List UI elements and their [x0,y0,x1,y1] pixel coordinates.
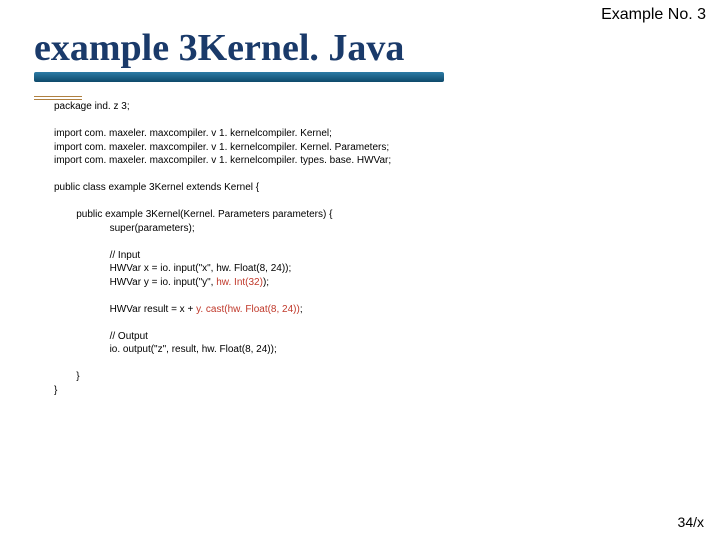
code-import-1: import com. maxeler. maxcompiler. v 1. k… [54,128,332,139]
code-import-2: import com. maxeler. maxcompiler. v 1. k… [54,142,389,153]
code-super-call: super(parameters); [110,223,195,234]
code-comment-output: // Output [110,331,148,342]
code-result-a: HWVar result = x + [110,304,197,315]
code-result-highlight: y. cast(hw. Float(8, 24)) [196,304,300,315]
page-number: 34/x [678,514,704,530]
code-var-y-highlight: hw. Int(32) [216,277,263,288]
code-var-y-c: ); [263,277,269,288]
code-close-brace-1: } [76,371,79,382]
code-listing: package ind. z 3; import com. maxeler. m… [54,100,680,397]
code-result-c: ; [300,304,303,315]
slide-title: example 3Kernel. Java [34,26,404,70]
title-block: example 3Kernel. Java [34,26,444,82]
title-underline [34,72,444,82]
code-import-3: import com. maxeler. maxcompiler. v 1. k… [54,155,391,166]
code-close-brace-2: } [54,385,57,396]
code-package: package ind. z 3; [54,101,130,112]
code-output: io. output("z", result, hw. Float(8, 24)… [110,344,277,355]
code-var-x: HWVar x = io. input("x", hw. Float(8, 24… [110,263,292,274]
code-comment-input: // Input [110,250,141,261]
code-var-y-a: HWVar y = io. input("y", [110,277,217,288]
code-class-decl: public class example 3Kernel extends Ker… [54,182,259,193]
example-number-label: Example No. 3 [601,6,706,24]
code-constructor-decl: public example 3Kernel(Kernel. Parameter… [76,209,332,220]
